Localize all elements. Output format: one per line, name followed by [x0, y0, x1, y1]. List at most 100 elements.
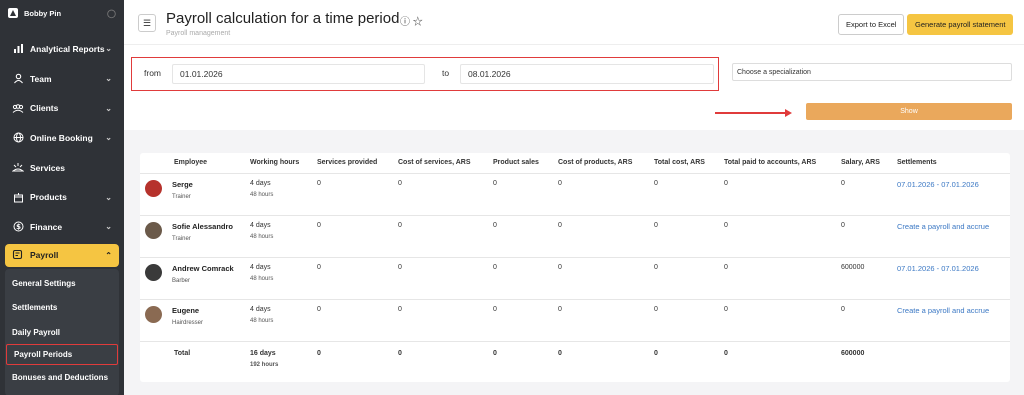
page-header: ☰ Payroll calculation for a time period … [124, 0, 1024, 44]
dollar-icon: $ [12, 221, 24, 233]
column-header[interactable]: Total cost, ARS [654, 153, 724, 174]
sidebar-item-clients[interactable]: Clients ⌄ [0, 93, 124, 123]
generate-payroll-button[interactable]: Generate payroll statement [907, 14, 1014, 35]
avatar [145, 305, 162, 323]
sidebar-item-label: Services [30, 162, 65, 173]
submenu-settlements[interactable]: Settlements [5, 295, 119, 320]
sidebar-item-services[interactable]: Services [0, 153, 124, 183]
cost-services-cell: 0 [398, 215, 493, 258]
create-payroll-link[interactable]: Create a payroll and accrue [897, 222, 989, 231]
employee-name[interactable]: Sofie Alessandro [172, 222, 233, 231]
employee[interactable]: Andrew Comrack Barber [140, 263, 250, 284]
sidebar-item-team[interactable]: Team ⌄ [0, 64, 124, 94]
title-icons: ⓘ ☆ [400, 13, 423, 28]
total-product-sales: 0 [493, 349, 497, 357]
chevron-down-icon: ⌄ [105, 222, 112, 232]
total-cost-cell: 0 [654, 299, 724, 342]
total-paid-cell: 0 [724, 215, 841, 258]
working-hours-cell: 4 days 48 hours [250, 299, 317, 342]
specialization-select[interactable]: Choose a specialization [732, 63, 1012, 81]
services-cell: 0 [317, 257, 398, 300]
column-header[interactable]: Employee [140, 153, 250, 174]
column-header[interactable]: Cost of products, ARS [558, 153, 654, 174]
working-hours-cell: 4 days 48 hours [250, 173, 317, 216]
employee-name[interactable]: Serge [172, 180, 193, 189]
column-header[interactable]: Settlements [897, 153, 1010, 174]
table-total-row: Total 16 days 192 hours 0 0 0 0 0 0 60000… [140, 341, 1010, 379]
column-header[interactable]: Total paid to accounts, ARS [724, 153, 841, 174]
cost-products-cell: 0 [558, 215, 654, 258]
settlement-cell: 07.01.2026 - 07.01.2026 [897, 173, 1010, 216]
working-hours: 48 hours [250, 275, 274, 282]
cost-products-cell: 0 [558, 173, 654, 216]
annotation-arrow-head [785, 109, 792, 117]
product-sales-cell: 0 [493, 173, 558, 216]
export-excel-button[interactable]: Export to Excel [838, 14, 905, 35]
total-settlement-empty [897, 341, 1010, 379]
bell-icon[interactable]: ◯ [107, 9, 116, 18]
total-working-hours-cell: 16 days 192 hours [250, 341, 317, 379]
cost-services-cell: 0 [398, 173, 493, 216]
employee[interactable]: Eugene Hairdresser [140, 305, 250, 326]
menu-toggle-button[interactable]: ☰ [138, 14, 156, 32]
person-icon [12, 73, 24, 85]
employee-name[interactable]: Eugene [172, 306, 203, 315]
working-days: 4 days [250, 305, 271, 313]
create-payroll-link[interactable]: Create a payroll and accrue [897, 306, 989, 315]
total-total-paid: 0 [724, 349, 728, 357]
submenu-general-settings[interactable]: General Settings [5, 271, 119, 296]
total-cost-cell: 0 [654, 215, 724, 258]
employee-cell: Sofie Alessandro Trainer [140, 215, 250, 258]
total-salary: 600000 [841, 349, 865, 357]
annotation-arrow [715, 112, 787, 114]
column-header[interactable]: Salary, ARS [841, 153, 897, 174]
column-header[interactable]: Cost of services, ARS [398, 153, 493, 174]
chart-bars-icon [12, 43, 24, 55]
sidebar-user[interactable]: Bobby Pin ◯ [0, 0, 124, 26]
working-hours-cell: 4 days 48 hours [250, 257, 317, 300]
employee-role: Barber [172, 277, 191, 284]
sidebar-item-analytical-reports[interactable]: Analytical Reports ⌄ [0, 34, 124, 64]
sidebar-item-payroll[interactable]: Payroll ⌃ [5, 243, 119, 267]
services-cell: 0 [317, 215, 398, 258]
column-header[interactable]: Working hours [250, 153, 317, 174]
settlement-link[interactable]: 07.01.2026 - 07.01.2026 [897, 264, 979, 273]
total-total-cost: 0 [654, 349, 658, 357]
column-header[interactable]: Product sales [493, 153, 558, 174]
employee[interactable]: Sofie Alessandro Trainer [140, 221, 250, 242]
from-date-input[interactable]: 01.01.2026 [172, 64, 425, 84]
show-button[interactable]: Show [806, 103, 1012, 120]
hamburger-icon: ☰ [142, 17, 152, 28]
star-icon[interactable]: ☆ [413, 17, 423, 28]
table-row: Sofie Alessandro Trainer 4 days 48 hours … [140, 215, 1010, 258]
table-row: Serge Trainer 4 days 48 hours 0 0 0 0 0 0… [140, 173, 1010, 216]
filters-panel: from 01.01.2026 to 08.01.2026 Choose a s… [124, 44, 1024, 130]
submenu-daily-payroll[interactable]: Daily Payroll [5, 320, 119, 345]
sidebar-item-online-booking[interactable]: Online Booking ⌄ [0, 123, 124, 153]
salary-cell: 0 [841, 215, 897, 258]
employee-name[interactable]: Andrew Comrack [172, 264, 234, 273]
working-hours: 48 hours [250, 191, 274, 198]
working-hours: 48 hours [250, 233, 274, 240]
payroll-table: Employee Working hours Services provided… [140, 153, 1010, 379]
logo-icon [8, 8, 18, 18]
settlement-link[interactable]: 07.01.2026 - 07.01.2026 [897, 180, 979, 189]
employee[interactable]: Serge Trainer [140, 179, 250, 200]
cost-services-cell: 0 [398, 299, 493, 342]
to-date-input[interactable]: 08.01.2026 [460, 64, 714, 84]
sidebar-item-products[interactable]: Products ⌄ [0, 182, 124, 212]
info-icon[interactable]: ⓘ [400, 17, 410, 28]
submenu-payroll-periods[interactable]: Payroll Periods [6, 344, 118, 366]
sidebar-item-finance[interactable]: $ Finance ⌄ [0, 212, 124, 242]
payroll-icon [12, 249, 24, 262]
working-hours-cell: 4 days 48 hours [250, 215, 317, 258]
column-header[interactable]: Services provided [317, 153, 398, 174]
employee-cell: Andrew Comrack Barber [140, 257, 250, 300]
sidebar-item-label: Analytical Reports [30, 43, 105, 54]
employee-role: Trainer [172, 235, 191, 242]
total-label: Total [174, 349, 191, 357]
submenu-bonuses-deductions[interactable]: Bonuses and Deductions [5, 365, 119, 390]
total-paid-cell: 0 [724, 173, 841, 216]
total-paid-cell: 0 [724, 257, 841, 300]
breadcrumb[interactable]: Payroll management [166, 30, 230, 37]
